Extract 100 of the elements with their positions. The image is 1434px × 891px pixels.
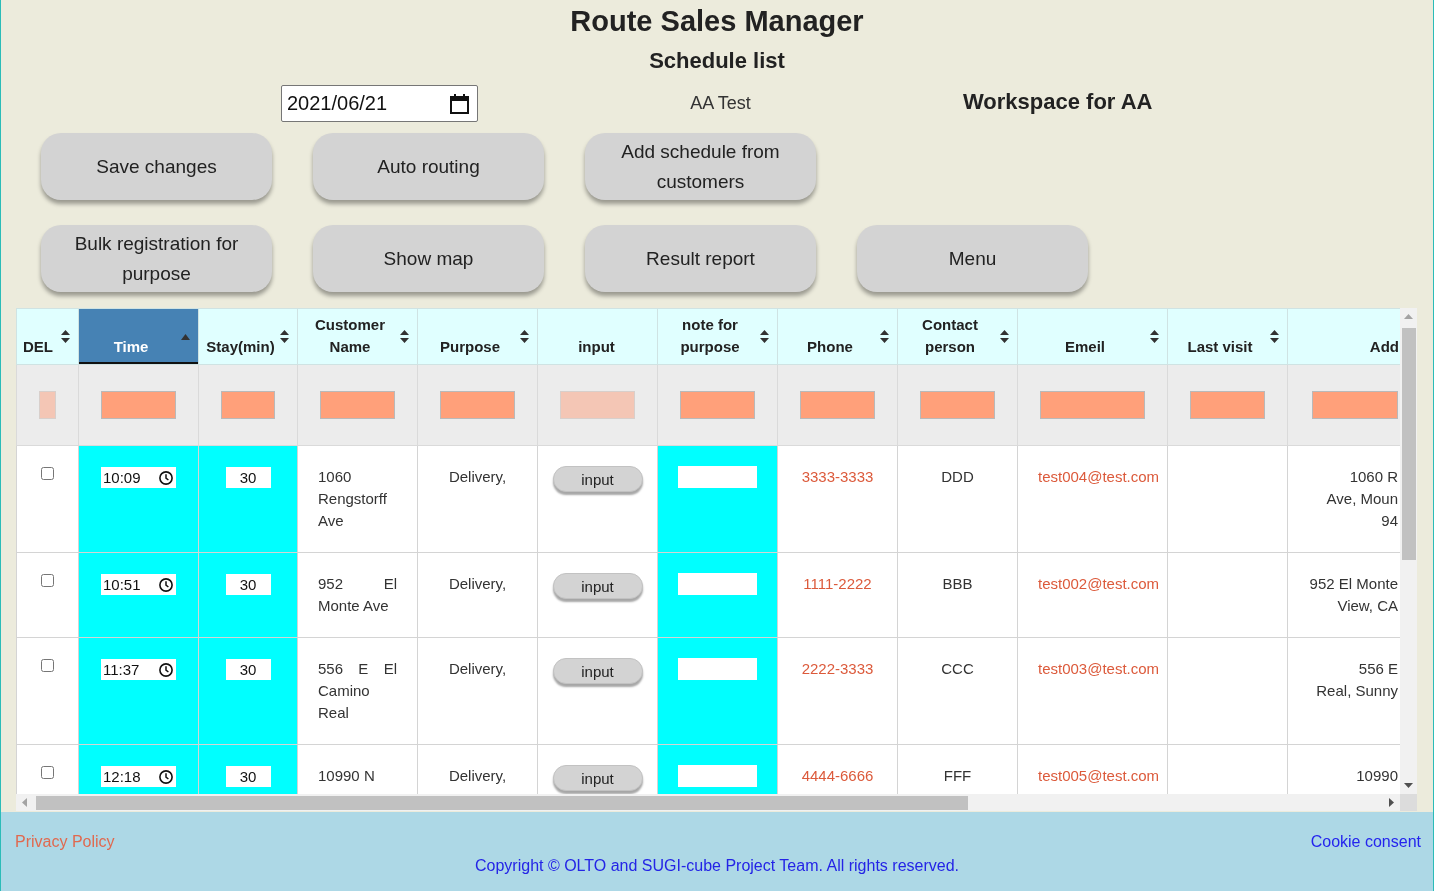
scroll-up-icon[interactable]: [1404, 314, 1413, 319]
filter-field[interactable]: [680, 391, 755, 419]
copyright-text: Copyright © OLTO and SUGI-cube Project Team. All rights reserved.: [475, 856, 959, 876]
sort-icon[interactable]: [520, 330, 529, 343]
column-header[interactable]: Purpose: [417, 308, 538, 365]
sort-icon[interactable]: [880, 330, 889, 343]
filter-field[interactable]: [1312, 391, 1398, 419]
sort-icon[interactable]: [400, 330, 409, 343]
column-header[interactable]: Stay(min): [198, 308, 298, 365]
row-checkbox[interactable]: [41, 467, 54, 480]
page-subtitle: Schedule list: [649, 47, 785, 75]
column-header[interactable]: Phone: [777, 308, 898, 365]
filter-field[interactable]: [1190, 391, 1265, 419]
column-header: input: [537, 308, 658, 365]
scroll-left-icon[interactable]: [22, 798, 27, 807]
email-link[interactable]: test002@test.com: [1038, 575, 1160, 592]
note-field[interactable]: [678, 466, 757, 488]
input-button[interactable]: input: [552, 573, 643, 599]
filter-field[interactable]: [221, 391, 275, 419]
action-button[interactable]: Save changes: [41, 133, 272, 200]
scrollbar-thumb[interactable]: [36, 795, 968, 810]
horizontal-scrollbar[interactable]: [16, 794, 1400, 811]
table-cell: 1060 R Ave, Moun 94: [1287, 445, 1400, 553]
table-cell: BBB: [897, 552, 1018, 638]
row-checkbox[interactable]: [41, 766, 54, 779]
phone-link[interactable]: 1111-2222: [803, 575, 872, 592]
action-button[interactable]: Auto routing: [313, 133, 544, 200]
action-button[interactable]: Menu: [857, 225, 1088, 292]
calendar-icon[interactable]: [450, 93, 469, 114]
table-cell: Delivery,: [417, 552, 538, 638]
table-cell: 10990: [1287, 744, 1400, 794]
filter-field[interactable]: [440, 391, 515, 419]
table-cell: 556 E El Camino Real: [297, 637, 418, 745]
email-link[interactable]: test004@test.com: [1038, 468, 1160, 485]
table-cell: Delivery,: [417, 744, 538, 794]
sort-icon[interactable]: [1000, 330, 1009, 343]
table-cell: CCC: [897, 637, 1018, 745]
scroll-right-icon[interactable]: [1389, 798, 1394, 807]
date-field[interactable]: 2021/06/21: [281, 85, 478, 122]
column-header[interactable]: DEL: [16, 308, 79, 365]
time-field[interactable]: 11:37: [101, 659, 176, 680]
input-button[interactable]: input: [552, 765, 643, 791]
phone-link[interactable]: 3333-3333: [801, 468, 874, 485]
column-header[interactable]: Emeil: [1017, 308, 1168, 365]
email-link[interactable]: test003@test.com: [1038, 660, 1160, 677]
table-cell: 952 El Monte View, CA: [1287, 552, 1400, 638]
action-button[interactable]: Add schedule from customers: [585, 133, 816, 200]
sort-icon[interactable]: [61, 330, 70, 343]
clock-icon[interactable]: [159, 470, 173, 485]
row-checkbox[interactable]: [41, 574, 54, 587]
action-button[interactable]: Result report: [585, 225, 816, 292]
sort-ascending-icon[interactable]: [181, 333, 190, 340]
phone-link[interactable]: 4444-6666: [801, 767, 874, 784]
filter-field[interactable]: [800, 391, 875, 419]
action-button[interactable]: Show map: [313, 225, 544, 292]
column-header[interactable]: note for purpose: [657, 308, 778, 365]
column-header[interactable]: Last visit: [1167, 308, 1288, 365]
filter-field[interactable]: [1040, 391, 1145, 419]
email-link[interactable]: test005@test.com: [1038, 767, 1160, 784]
table-cell: 10990 N: [297, 744, 418, 794]
note-field[interactable]: [678, 658, 757, 680]
cookie-consent-link[interactable]: Cookie consent: [1310, 830, 1421, 854]
stay-field[interactable]: 30: [225, 766, 271, 787]
stay-field[interactable]: 30: [225, 467, 271, 488]
clock-icon[interactable]: [159, 662, 173, 677]
user-name: AA Test: [690, 93, 751, 114]
column-header: Add: [1287, 308, 1400, 365]
column-header[interactable]: Customer Name: [297, 308, 418, 365]
time-field[interactable]: 12:18: [101, 766, 176, 787]
time-field[interactable]: 10:51: [101, 574, 176, 595]
input-button[interactable]: input: [552, 466, 643, 492]
scroll-down-icon[interactable]: [1404, 783, 1413, 788]
filter-field[interactable]: [920, 391, 995, 419]
vertical-scrollbar[interactable]: [1400, 308, 1417, 794]
time-field[interactable]: 10:09: [101, 467, 176, 488]
table-cell: FFF: [897, 744, 1018, 794]
table-cell: 952 El Monte Ave: [297, 552, 418, 638]
page-title: Route Sales Manager: [570, 4, 864, 39]
clock-icon[interactable]: [159, 769, 173, 784]
table-cell: 556 E Real, Sunny: [1287, 637, 1400, 745]
sort-icon[interactable]: [280, 330, 289, 343]
filter-field[interactable]: [320, 391, 395, 419]
input-button[interactable]: input: [552, 658, 643, 684]
sort-icon[interactable]: [1270, 330, 1279, 343]
clock-icon[interactable]: [159, 577, 173, 592]
sort-icon[interactable]: [760, 330, 769, 343]
scrollbar-thumb[interactable]: [1401, 328, 1416, 560]
column-header[interactable]: Time: [78, 308, 199, 365]
column-header[interactable]: Contact person: [897, 308, 1018, 365]
note-field[interactable]: [678, 765, 757, 787]
sort-icon[interactable]: [1150, 330, 1159, 343]
stay-field[interactable]: 30: [225, 659, 271, 680]
action-button[interactable]: Bulk registration for purpose: [41, 225, 272, 292]
filter-field[interactable]: [101, 391, 176, 419]
stay-field[interactable]: 30: [225, 574, 271, 595]
row-checkbox[interactable]: [41, 659, 54, 672]
table-cell: 1060 Rengstorff Ave: [297, 445, 418, 553]
phone-link[interactable]: 2222-3333: [801, 660, 874, 677]
note-field[interactable]: [678, 573, 757, 595]
table-cell: Delivery,: [417, 637, 538, 745]
